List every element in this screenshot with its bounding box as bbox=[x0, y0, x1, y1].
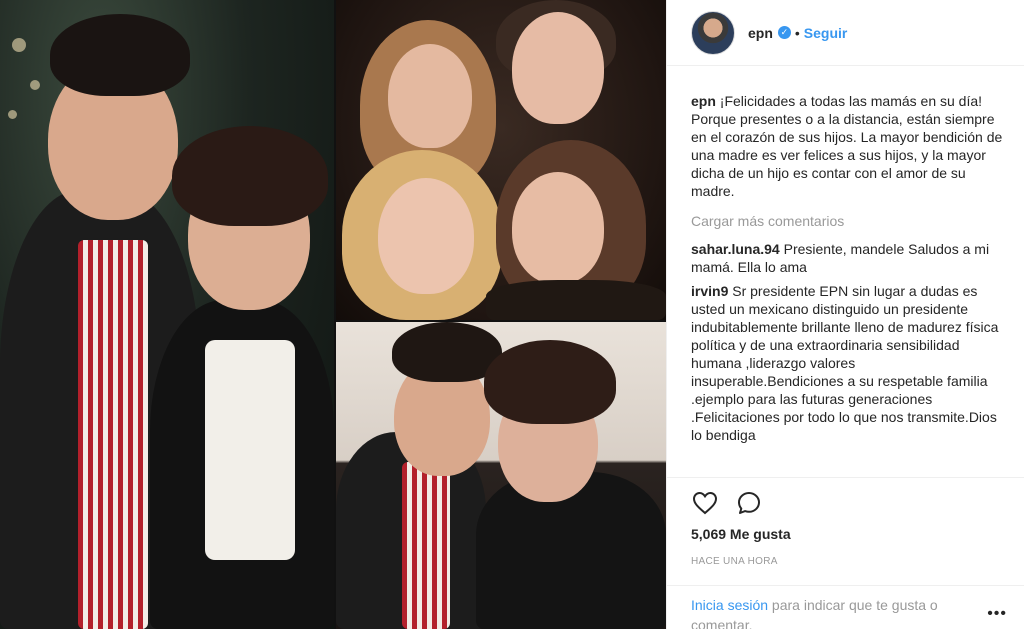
photo-top-right bbox=[336, 0, 666, 320]
follow-button[interactable]: Seguir bbox=[804, 25, 848, 41]
caption-username[interactable]: epn bbox=[691, 93, 716, 109]
photo-left bbox=[0, 0, 334, 629]
man-shirt bbox=[78, 240, 148, 629]
dress bbox=[486, 280, 666, 320]
post-timestamp: HACE UNA HORA bbox=[691, 556, 778, 567]
girl1-face bbox=[388, 44, 472, 148]
comment-item: sahar.luna.94 Presiente, mandele Saludos… bbox=[691, 240, 1009, 276]
woman-hair bbox=[172, 126, 328, 226]
comment-item: irvin9 Sr presidente EPN sin lugar a dud… bbox=[691, 282, 1009, 444]
man-hair bbox=[50, 14, 190, 96]
caption-text: ¡Felicidades a todas las mamás en su día… bbox=[691, 93, 1003, 199]
login-link[interactable]: Inicia sesión bbox=[691, 597, 768, 613]
instagram-post: epn ✓ • Seguir epn ¡Felicidades a todas … bbox=[0, 0, 1024, 629]
light-bokeh bbox=[8, 110, 17, 119]
action-icons bbox=[691, 490, 1001, 516]
likes-count[interactable]: 5,069 Me gusta bbox=[691, 526, 1001, 542]
post-actions: 5,069 Me gusta HACE UNA HORA bbox=[667, 477, 1024, 567]
post-photo-collage[interactable] bbox=[0, 0, 666, 629]
comment-username[interactable]: sahar.luna.94 bbox=[691, 241, 780, 257]
light-bokeh bbox=[30, 80, 40, 90]
post-side-panel: epn ✓ • Seguir epn ¡Felicidades a todas … bbox=[666, 0, 1024, 629]
post-caption: epn ¡Felicidades a todas las mamás en su… bbox=[691, 92, 1009, 200]
comment-username[interactable]: irvin9 bbox=[691, 283, 728, 299]
light-bokeh bbox=[12, 38, 26, 52]
post-header: epn ✓ • Seguir bbox=[667, 0, 1024, 66]
verified-badge-icon: ✓ bbox=[777, 26, 791, 39]
header-separator: • bbox=[794, 24, 800, 41]
woman-hair bbox=[484, 340, 616, 424]
comment-icon[interactable] bbox=[735, 489, 763, 517]
more-options-icon[interactable]: ••• bbox=[987, 604, 1007, 624]
woman1-face bbox=[512, 12, 604, 124]
avatar[interactable] bbox=[691, 10, 735, 55]
man-shirt bbox=[402, 462, 450, 629]
woman-blouse bbox=[205, 340, 295, 560]
woman2-face bbox=[378, 178, 474, 294]
login-prompt: Inicia sesión para indicar que te gusta … bbox=[667, 585, 1024, 629]
photo-bottom-right bbox=[336, 322, 666, 629]
load-more-comments-button[interactable]: Cargar más comentarios bbox=[691, 212, 1009, 230]
heart-icon[interactable] bbox=[691, 489, 719, 517]
comment-text: Sr presidente EPN sin lugar a dudas es u… bbox=[691, 283, 999, 443]
comments-list: epn ¡Felicidades a todas las mamás en su… bbox=[691, 92, 1009, 450]
girl2-face bbox=[512, 172, 604, 284]
header-username[interactable]: epn bbox=[748, 25, 773, 41]
